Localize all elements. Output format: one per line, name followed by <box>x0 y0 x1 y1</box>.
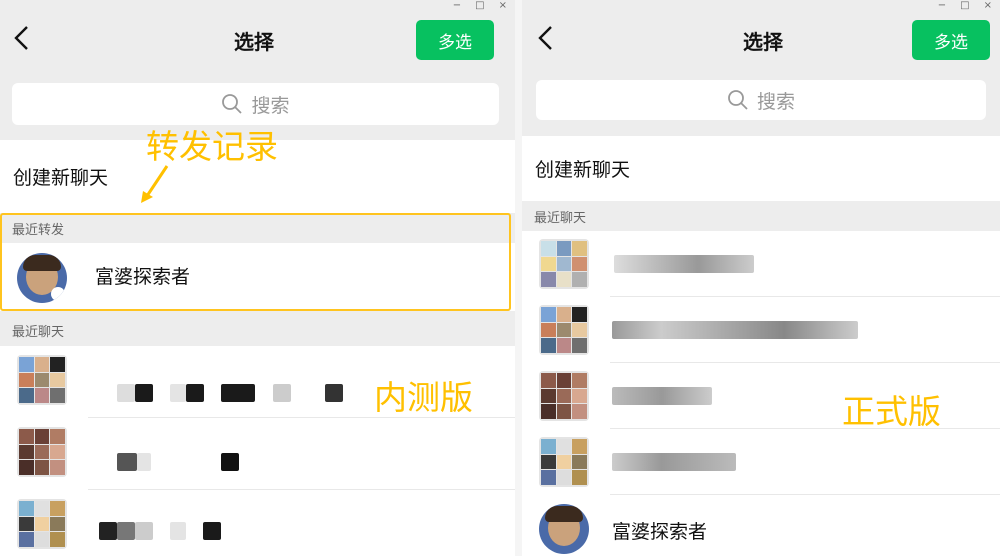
search-placeholder: 搜索 <box>251 94 290 117</box>
section-recent-chats: 最近聊天 <box>12 324 65 340</box>
multi-select-button[interactable]: 多选 <box>416 20 494 60</box>
blurred-name <box>221 384 255 402</box>
blurred-name <box>135 384 153 402</box>
search-icon <box>728 90 748 110</box>
section-recent-chats: 最近聊天 <box>534 210 587 226</box>
blurred-name <box>612 387 712 405</box>
minimize-icon[interactable]: − <box>938 0 946 14</box>
blurred-name <box>170 384 186 402</box>
blurred-name <box>117 453 137 471</box>
back-button[interactable] <box>536 24 562 54</box>
forward-record-highlight <box>0 213 511 311</box>
blurred-name <box>170 522 186 540</box>
group-avatar <box>17 355 67 405</box>
blurred-name <box>203 522 221 540</box>
blurred-name <box>117 522 135 540</box>
group-avatar <box>539 305 589 355</box>
list-item[interactable] <box>0 490 515 556</box>
avatar <box>539 504 589 554</box>
page-title: 选择 <box>234 30 274 54</box>
create-new-chat[interactable]: 创建新聊天 <box>522 136 1000 201</box>
maximize-icon[interactable]: □ <box>960 0 969 14</box>
search-icon <box>222 94 243 114</box>
blurred-name <box>325 384 343 402</box>
back-arrow-icon <box>538 26 552 50</box>
multi-select-button[interactable]: 多选 <box>912 20 990 60</box>
search-input[interactable]: 搜索 <box>12 83 499 125</box>
window-controls: − □ × <box>938 0 992 14</box>
window-controls: − □ × <box>453 0 507 14</box>
search-placeholder: 搜索 <box>756 90 795 113</box>
list-item[interactable] <box>522 429 1000 495</box>
list-item[interactable] <box>522 297 1000 363</box>
blurred-name <box>612 453 736 471</box>
page-title: 选择 <box>743 30 783 54</box>
blurred-name <box>99 522 117 540</box>
contact-name: 富婆探索者 <box>612 521 708 543</box>
left-panel-beta: − □ × 选择 多选 搜索 创建新聊天 最近转发 富婆探索者 最近聊天 转发记… <box>0 0 515 556</box>
blurred-name <box>117 384 135 402</box>
blurred-name <box>221 453 239 471</box>
group-avatar <box>17 499 67 549</box>
blurred-name <box>614 255 754 273</box>
blurred-name <box>137 453 151 471</box>
group-avatar <box>17 427 67 477</box>
maximize-icon[interactable]: □ <box>475 0 484 14</box>
search-input[interactable]: 搜索 <box>536 80 986 120</box>
back-button[interactable] <box>12 24 38 54</box>
close-icon[interactable]: × <box>984 0 992 14</box>
minimize-icon[interactable]: − <box>453 0 461 14</box>
group-avatar <box>539 239 589 289</box>
right-panel-release: − □ × 选择 多选 搜索 创建新聊天 最近聊天 富婆探索者 正式版 <box>522 0 1000 556</box>
blurred-name <box>186 384 204 402</box>
blurred-name <box>612 321 858 339</box>
arrow-annotation-icon <box>141 165 169 203</box>
list-item[interactable] <box>522 231 1000 297</box>
group-avatar <box>539 371 589 421</box>
blurred-name <box>273 384 291 402</box>
annotation-version-release: 正式版 <box>842 392 941 431</box>
list-item[interactable] <box>0 418 515 490</box>
close-icon[interactable]: × <box>499 0 507 14</box>
list-item[interactable]: 富婆探索者 <box>522 495 1000 556</box>
group-avatar <box>539 437 589 487</box>
blurred-name <box>135 522 153 540</box>
back-arrow-icon <box>14 26 28 50</box>
panel-divider <box>515 0 522 556</box>
annotation-forward-record: 转发记录 <box>146 127 278 166</box>
annotation-version-beta: 内测版 <box>374 378 473 417</box>
